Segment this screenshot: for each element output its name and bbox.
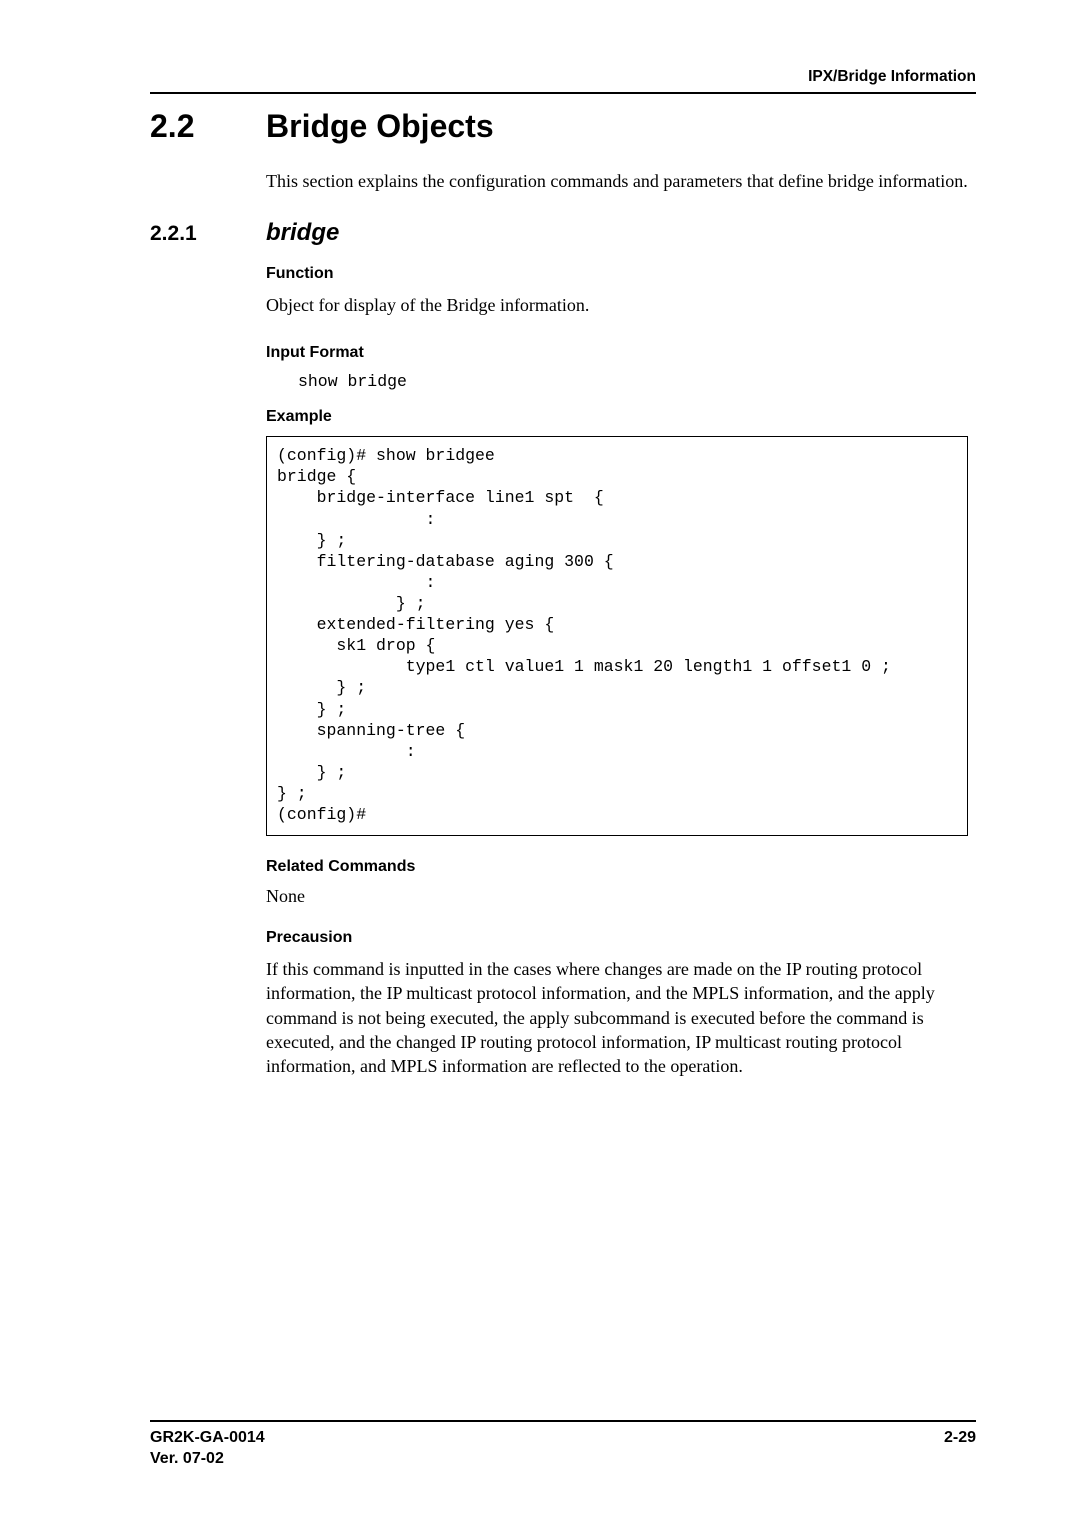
related-commands-text: None [266,886,968,907]
footer-doc-id: GR2K-GA-0014 [150,1428,265,1449]
intro-paragraph: This section explains the configuration … [266,169,968,193]
footer-rule [150,1420,976,1422]
section-title: Bridge Objects [266,108,494,145]
footer-version: Ver. 07-02 [150,1449,265,1470]
section-heading: 2.2 Bridge Objects [150,108,976,145]
related-commands-label: Related Commands [266,858,968,876]
running-head: IPX/Bridge Information [150,68,976,86]
example-code: (config)# show bridgee bridge { bridge-i… [277,445,957,825]
section-number: 2.2 [150,108,266,145]
body: This section explains the configuration … [266,169,968,193]
page: IPX/Bridge Information 2.2 Bridge Object… [0,0,1080,1528]
footer-row: GR2K-GA-0014 Ver. 07-02 2-29 [150,1428,976,1470]
example-code-box: (config)# show bridgee bridge { bridge-i… [266,436,968,836]
subsection-title: bridge [266,219,339,247]
example-label: Example [266,408,968,426]
subsection-body: Function Object for display of the Bridg… [266,265,968,1078]
subsection-number: 2.2.1 [150,222,266,246]
subsection-heading: 2.2.1 bridge [150,219,976,247]
function-text: Object for display of the Bridge informa… [266,293,968,317]
footer-left: GR2K-GA-0014 Ver. 07-02 [150,1428,265,1470]
precaution-text: If this command is inputted in the cases… [266,957,968,1078]
top-rule [150,92,976,94]
function-label: Function [266,265,968,283]
precaution-label: Precausion [266,929,968,947]
input-format-code: show bridge [298,372,968,393]
footer-page-number: 2-29 [944,1428,976,1470]
page-footer: GR2K-GA-0014 Ver. 07-02 2-29 [150,1420,976,1470]
input-format-label: Input Format [266,344,968,362]
